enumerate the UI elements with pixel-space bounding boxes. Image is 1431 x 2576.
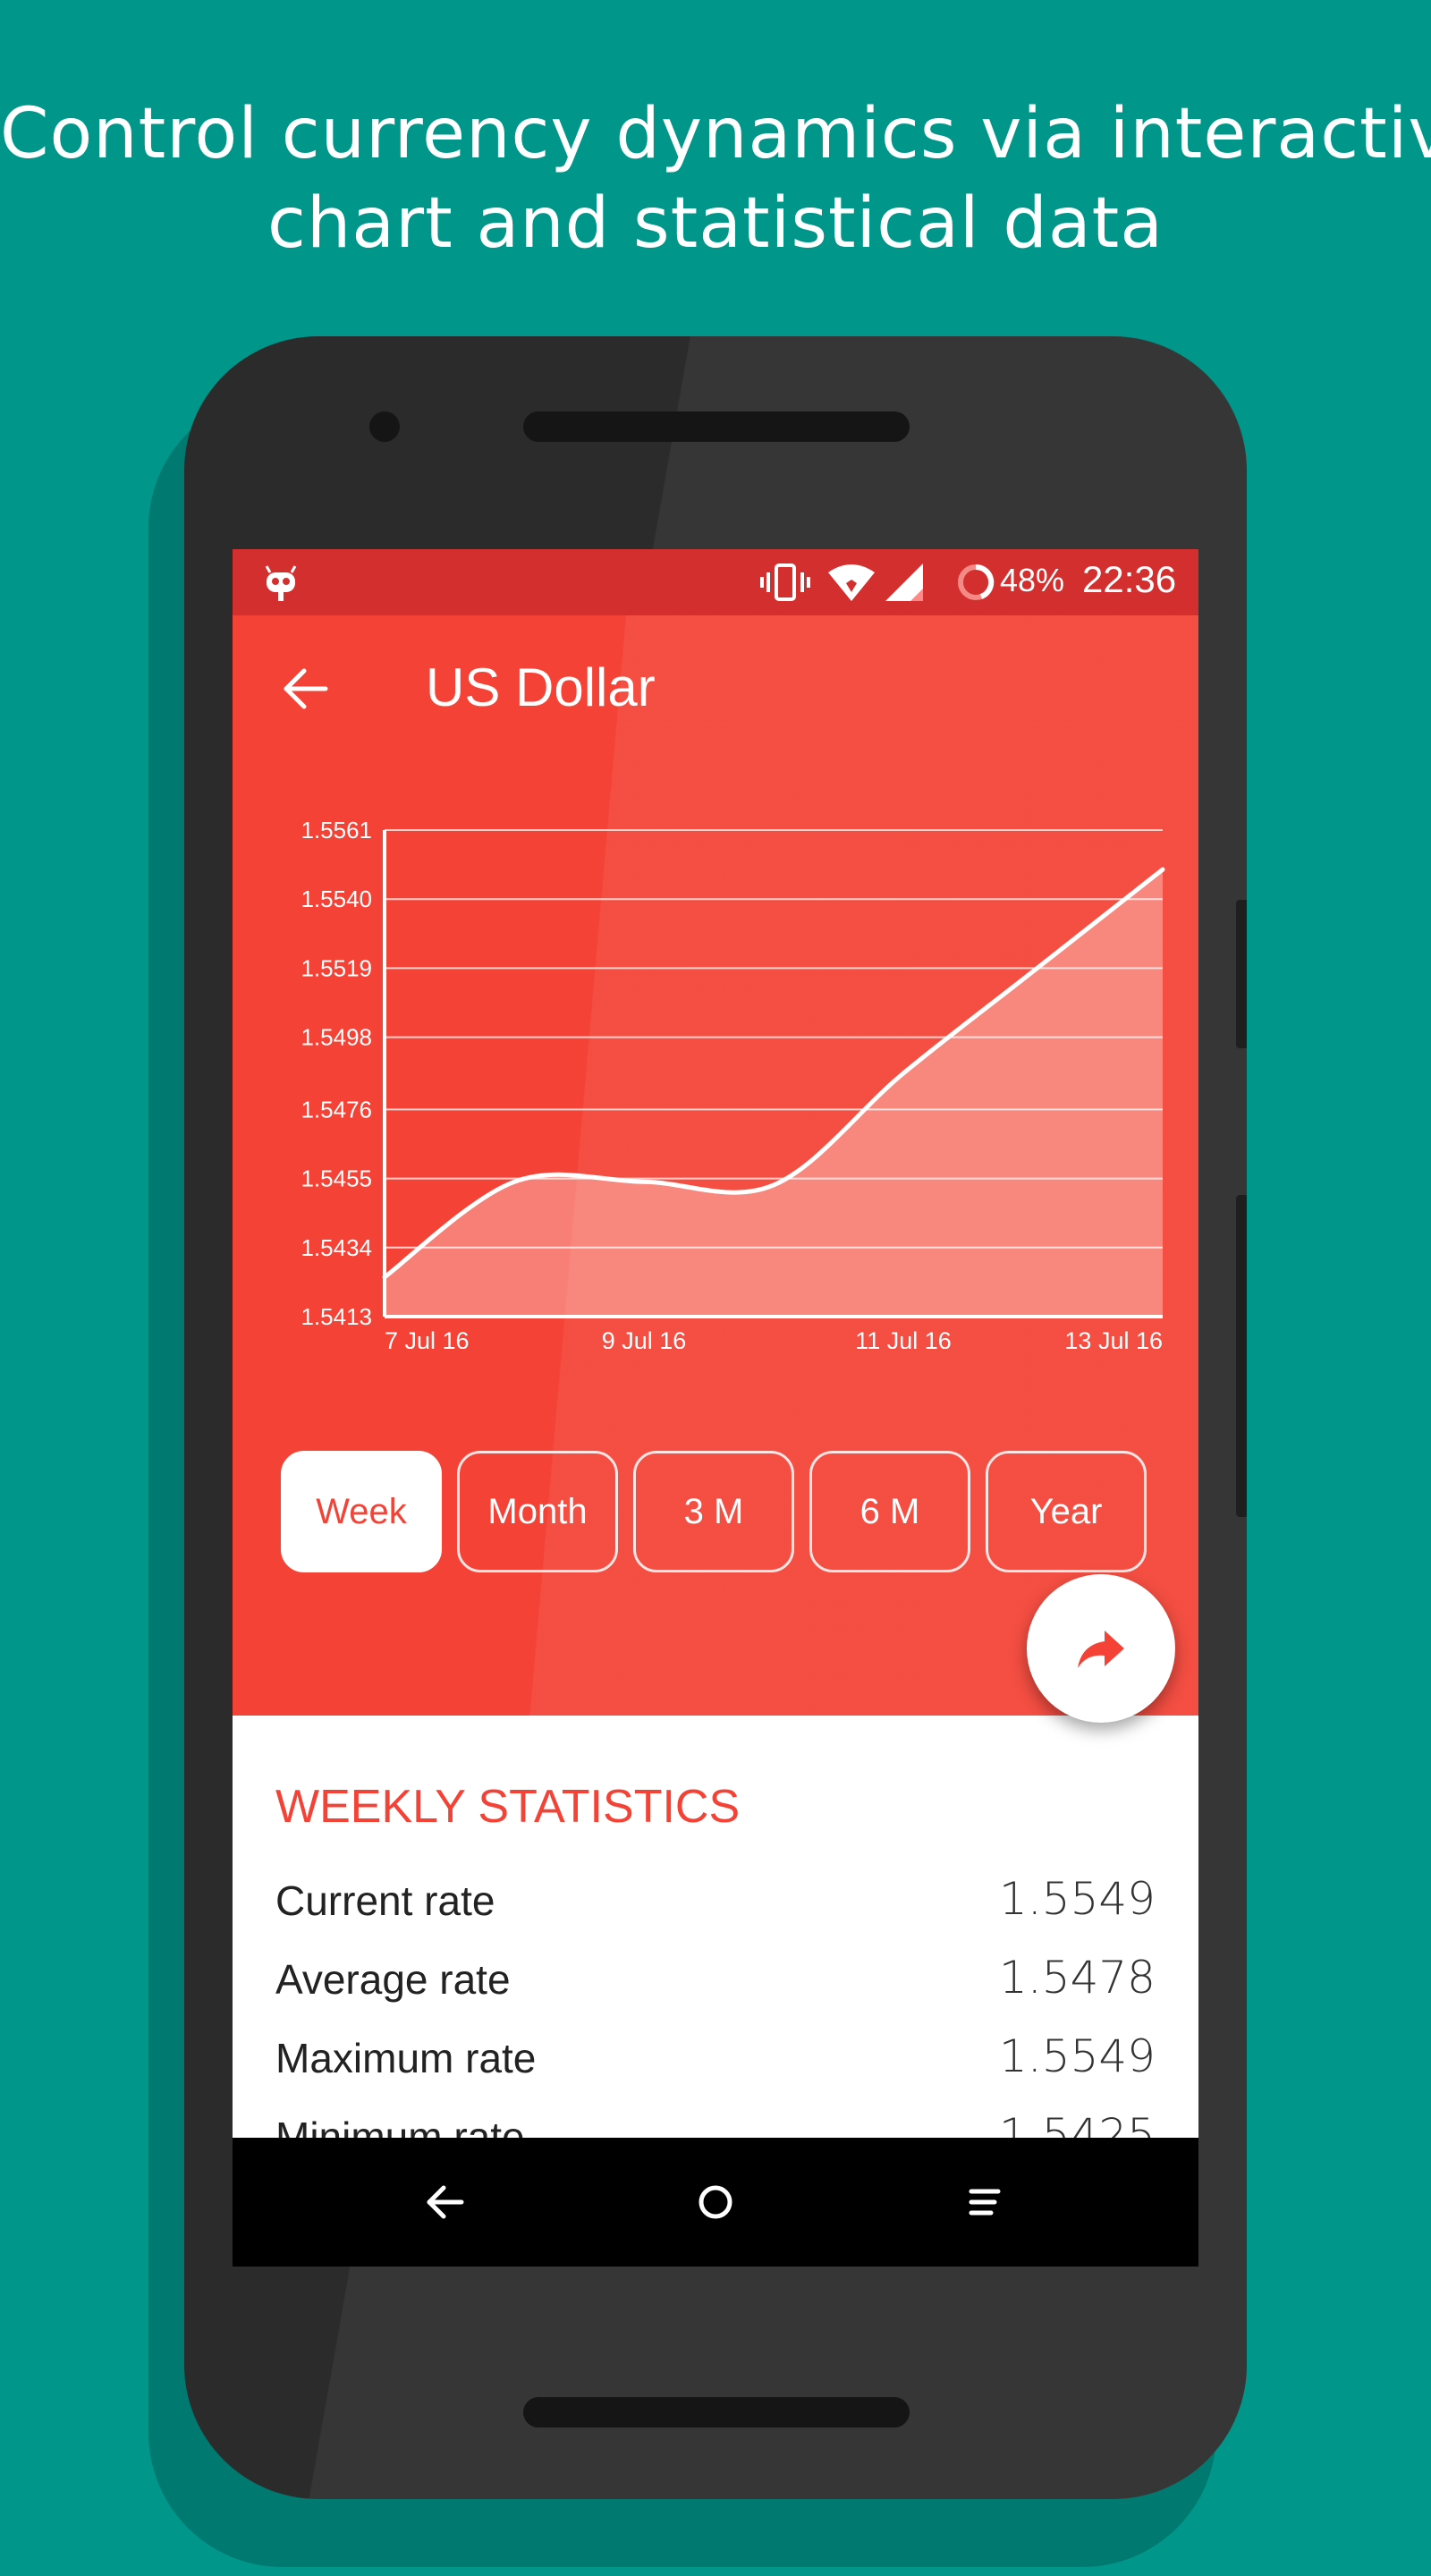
- cyanogen-mascot-icon: [265, 565, 297, 601]
- chart-point: [902, 1072, 904, 1074]
- chart-area-fill: [385, 869, 1163, 1317]
- page-title: US Dollar: [426, 657, 656, 717]
- promo-headline: Control currency dynamics via interactiv…: [0, 89, 1431, 268]
- power-button: [1236, 1195, 1247, 1517]
- chart-x-tick-label: 13 Jul 16: [1064, 1327, 1163, 1349]
- range-button-label: Month: [487, 1491, 588, 1531]
- chart-y-tick-label: 1.5519: [301, 954, 372, 981]
- chart-point: [1162, 869, 1164, 870]
- vibrate-icon: [760, 564, 810, 601]
- chart-y-tick-label: 1.5561: [301, 817, 372, 843]
- statistics-title: WEEKLY STATISTICS: [275, 1781, 741, 1833]
- range-button-6m[interactable]: 6 M: [809, 1451, 970, 1572]
- chart-y-tick-label: 1.5434: [301, 1234, 372, 1261]
- range-button-month[interactable]: Month: [457, 1451, 618, 1572]
- chart-y-tick-label: 1.5413: [301, 1303, 372, 1330]
- stat-value: 1.5478: [999, 1952, 1156, 2004]
- phone-screen: 48% 22:36 US Dollar 1.5561 1.5540 1.5519 1.…: [233, 549, 1198, 2267]
- share-button[interactable]: [1027, 1574, 1175, 1723]
- stat-label: Average rate: [275, 1956, 511, 2003]
- range-button-label: Year: [1029, 1491, 1103, 1531]
- clock: 22:36: [1082, 558, 1177, 600]
- stat-row-average: Average rate 1.5478: [275, 1952, 1156, 2018]
- signal-icon: [885, 564, 923, 601]
- range-button-week[interactable]: Week: [281, 1451, 442, 1572]
- promo-headline-line-1: Control currency dynamics via interactiv…: [0, 94, 1431, 174]
- system-nav-bar: [233, 2138, 1198, 2267]
- phone-frame: 48% 22:36 US Dollar 1.5561 1.5540 1.5519 1.…: [184, 336, 1247, 2499]
- stat-value: 1.5549: [999, 2030, 1156, 2082]
- chart-point: [1032, 970, 1034, 972]
- battery-ring-icon: [958, 564, 995, 600]
- arrow-left-icon[interactable]: [279, 662, 333, 716]
- earpiece-speaker: [523, 411, 910, 442]
- range-button-3m[interactable]: 3 M: [633, 1451, 794, 1572]
- volume-button: [1236, 900, 1247, 1048]
- chart-x-tick-label: 9 Jul 16: [602, 1327, 687, 1349]
- chart-point: [773, 1184, 775, 1186]
- promo-headline-line-2: chart and statistical data: [267, 183, 1164, 264]
- stat-row-current: Current rate 1.5549: [275, 1873, 1156, 1939]
- chart-x-tick-label: 11 Jul 16: [855, 1327, 952, 1349]
- stat-row-maximum: Maximum rate 1.5549: [275, 2030, 1156, 2097]
- chart-y-tick-label: 1.5476: [301, 1096, 372, 1123]
- nav-recents-icon[interactable]: [957, 2175, 1011, 2229]
- range-button-year[interactable]: Year: [986, 1451, 1147, 1572]
- chart-y-tick-label: 1.5455: [301, 1165, 372, 1192]
- battery-percent: 48%: [1000, 562, 1065, 598]
- bottom-speaker: [523, 2397, 910, 2428]
- wifi-icon: [828, 564, 875, 601]
- app-header: US Dollar 1.5561 1.5540 1.5519 1.5498 1.5476…: [233, 615, 1198, 1716]
- stat-label: Maximum rate: [275, 2035, 537, 2081]
- statistics-panel: WEEKLY STATISTICS Current rate 1.5549 Av…: [233, 1716, 1198, 2195]
- status-bar: 48% 22:36: [233, 549, 1198, 615]
- front-camera: [369, 411, 400, 442]
- stat-value: 1.5549: [999, 1873, 1156, 1925]
- range-button-label: 3 M: [683, 1491, 744, 1531]
- range-button-label: Week: [316, 1491, 407, 1531]
- chart-x-tick-label: 7 Jul 16: [385, 1327, 470, 1349]
- chart-y-tick-label: 1.5498: [301, 1024, 372, 1051]
- range-button-label: 6 M: [859, 1491, 920, 1531]
- rate-chart[interactable]: 1.5561 1.5540 1.5519 1.5498 1.5476 1.5455 1.54…: [233, 776, 1198, 1349]
- share-arrow-icon: [1078, 1631, 1124, 1668]
- nav-home-icon[interactable]: [689, 2175, 742, 2229]
- stat-label: Current rate: [275, 1877, 495, 1924]
- chart-y-tick-label: 1.5540: [301, 886, 372, 912]
- nav-back-icon[interactable]: [419, 2175, 472, 2229]
